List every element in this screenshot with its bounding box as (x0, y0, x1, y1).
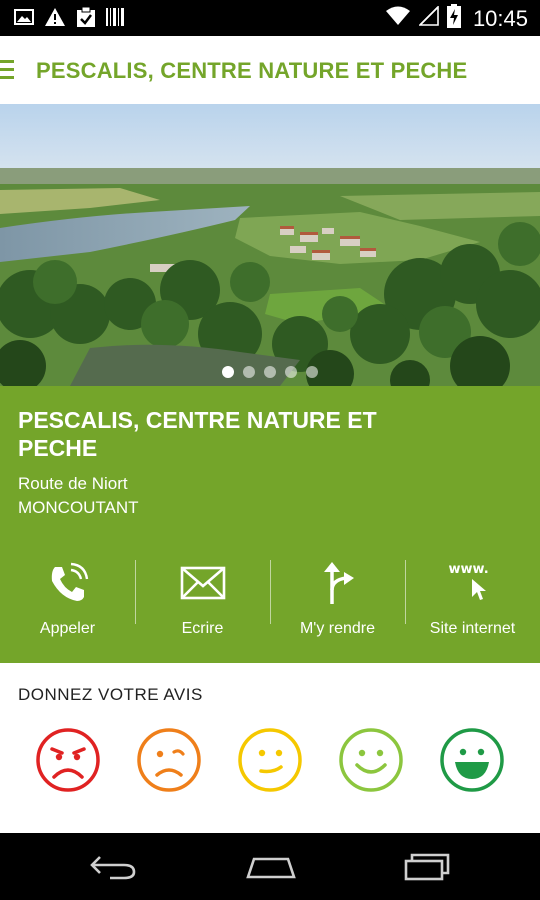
sad-smiley-icon[interactable] (136, 727, 202, 793)
landscape-photo (0, 104, 540, 386)
happy-smiley-icon[interactable] (338, 727, 404, 793)
barcode-icon (106, 7, 124, 32)
carousel-dot[interactable] (222, 366, 234, 378)
recents-icon[interactable] (402, 851, 452, 886)
directions-label: M'y rendre (299, 620, 376, 637)
app-bar: PESCALIS, CENTRE NATURE ET PECHE (0, 36, 540, 104)
carousel-indicators (0, 366, 540, 378)
phone-icon (44, 560, 92, 606)
action-bar: Appeler Ecrire M'y rendre www. Site inte… (0, 558, 540, 648)
address-street: Route de Niort (18, 474, 128, 493)
email-button[interactable]: Ecrire (135, 558, 270, 648)
envelope-icon (179, 560, 227, 606)
feedback-title: DONNEZ VOTRE AVIS (18, 685, 203, 704)
very-sad-smiley-icon[interactable] (35, 727, 101, 793)
carousel-dot[interactable] (243, 366, 255, 378)
email-label: Ecrire (181, 620, 224, 637)
wifi-icon (385, 6, 411, 31)
status-bar: 10:45 (0, 0, 540, 36)
system-nav-bar (0, 833, 540, 900)
feedback-section: DONNEZ VOTRE AVIS (0, 663, 540, 833)
carousel-dot[interactable] (285, 366, 297, 378)
website-button[interactable]: www. Site internet (405, 558, 540, 648)
www-text: www. (448, 562, 489, 577)
very-happy-smiley-icon[interactable] (439, 727, 505, 793)
home-icon[interactable] (244, 851, 298, 886)
menu-icon[interactable] (0, 60, 16, 82)
neutral-smiley-icon[interactable] (237, 727, 303, 793)
place-name: PESCALIS, CENTRE NATURE ET PECHE (18, 407, 377, 461)
signal-icon (418, 5, 439, 31)
battery-charging-icon (446, 4, 461, 33)
image-icon (14, 7, 34, 32)
address-city: MONCOUTANT (18, 498, 139, 517)
rating-row (0, 727, 540, 793)
hero-image-carousel[interactable] (0, 104, 540, 386)
warning-icon (44, 7, 66, 32)
clipboard-check-icon (76, 6, 96, 33)
directions-button[interactable]: M'y rendre (270, 558, 405, 648)
place-info-panel: PESCALIS, CENTRE NATURE ET PECHE Route d… (0, 386, 540, 663)
app-title: PESCALIS, CENTRE NATURE ET PECHE (36, 58, 468, 83)
carousel-dot[interactable] (306, 366, 318, 378)
back-icon[interactable] (88, 851, 138, 886)
website-label: Site internet (429, 620, 516, 637)
call-label: Appeler (39, 620, 96, 637)
status-time: 10:45 (472, 5, 528, 31)
call-button[interactable]: Appeler (0, 558, 135, 648)
directions-icon (314, 560, 362, 606)
web-cursor-icon: www. (449, 560, 497, 606)
carousel-dot[interactable] (264, 366, 276, 378)
